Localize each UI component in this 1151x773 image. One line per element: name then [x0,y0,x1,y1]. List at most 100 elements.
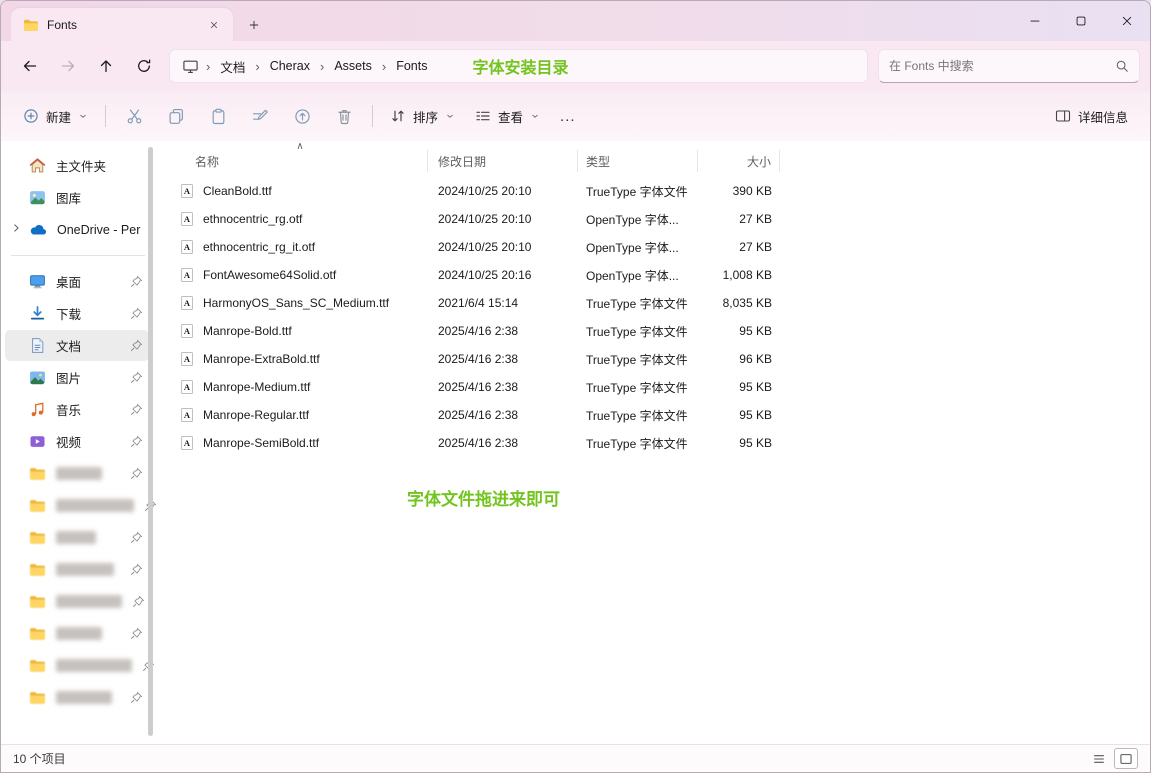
sidebar-item-redacted[interactable] [5,650,149,681]
navigation-bar: ›文档›Cherax›Assets›Fonts 字体安装目录 [1,41,1150,91]
sidebar-item-onedrive[interactable]: OneDrive - Per [5,214,149,245]
column-header-label: 名称 [195,153,219,170]
sidebar-item-gallery[interactable]: 图库 [5,182,149,213]
search-input[interactable] [889,59,1115,73]
pin-icon [130,275,143,288]
breadcrumb-separator-icon: › [379,59,389,74]
file-name-cell: AManrope-Bold.ttf [173,323,428,339]
search-box [878,49,1140,83]
font-file-icon: A [179,379,195,395]
maximize-button[interactable] [1058,1,1104,41]
sidebar-scrollbar[interactable] [148,147,153,736]
sidebar-item-desktop[interactable]: 桌面 [5,266,149,297]
pin-icon [130,467,143,480]
title-bar: Fonts [1,1,1150,41]
view-toggle-details[interactable] [1087,748,1111,769]
music-icon [29,401,46,418]
close-button[interactable] [1104,1,1150,41]
tab-close-button[interactable] [203,14,225,36]
sidebar-item-redacted[interactable] [5,522,149,553]
chevron-right-icon [10,222,22,234]
back-button[interactable] [11,48,49,84]
view-button[interactable]: 查看 [465,98,550,134]
refresh-button[interactable] [125,48,163,84]
file-row[interactable]: AManrope-ExtraBold.ttf2025/4/16 2:38True… [173,345,1150,373]
file-row[interactable]: AHarmonyOS_Sans_SC_Medium.ttf2021/6/4 15… [173,289,1150,317]
more-button[interactable]: ... [550,98,586,134]
file-name-cell: AManrope-SemiBold.ttf [173,435,428,451]
file-name-cell: AManrope-ExtraBold.ttf [173,351,428,367]
file-row[interactable]: AManrope-Regular.ttf2025/4/16 2:38TrueTy… [173,401,1150,429]
file-row[interactable]: AManrope-Medium.ttf2025/4/16 2:38TrueTyp… [173,373,1150,401]
svg-text:A: A [184,354,191,364]
forward-button[interactable] [49,48,87,84]
details-pane-button[interactable]: 详细信息 [1045,98,1138,134]
pin-icon [130,339,143,352]
svg-text:A: A [184,382,191,392]
up-button[interactable] [87,48,125,84]
new-button[interactable]: 新建 [13,98,98,134]
view-toggle-large-icons[interactable] [1114,748,1138,769]
redacted-content [29,689,120,706]
breadcrumb-item[interactable]: 文档 [213,53,252,80]
tab-fonts[interactable]: Fonts [11,8,233,41]
breadcrumb-item[interactable]: Fonts [389,55,434,77]
download-icon [29,305,46,322]
file-row[interactable]: AManrope-Bold.ttf2025/4/16 2:38TrueType … [173,317,1150,345]
sidebar-item-music[interactable]: 音乐 [5,394,149,425]
file-type: OpenType 字体... [578,239,698,256]
copy-button[interactable] [155,98,197,134]
column-header-type[interactable]: 类型 [578,150,698,172]
sidebar-item-videos[interactable]: 视频 [5,426,149,457]
file-modified: 2025/4/16 2:38 [428,380,578,394]
file-size: 1,008 KB [698,268,780,282]
file-modified: 2024/10/25 20:16 [428,268,578,282]
minimize-button[interactable] [1012,1,1058,41]
sidebar-item-home[interactable]: 主文件夹 [5,150,149,181]
font-file-icon: A [179,183,195,199]
sidebar-item-documents[interactable]: 文档 [5,330,149,361]
file-row[interactable]: AFontAwesome64Solid.otf2024/10/25 20:16O… [173,261,1150,289]
file-row[interactable]: ACleanBold.ttf2024/10/25 20:10TrueType 字… [173,177,1150,205]
view-toggles [1087,748,1138,769]
font-file-icon: A [179,407,195,423]
paste-button[interactable] [197,98,239,134]
pin-icon [130,691,143,704]
sidebar-item-redacted[interactable] [5,682,149,713]
svg-text:A: A [184,186,191,196]
sidebar-item-redacted[interactable] [5,554,149,585]
sidebar-item-redacted[interactable] [5,586,149,617]
sidebar-item-redacted[interactable] [5,490,149,521]
delete-button[interactable] [323,98,365,134]
column-header-date[interactable]: 修改日期 [428,150,578,172]
sidebar-item-redacted[interactable] [5,458,149,489]
sidebar-item-redacted[interactable] [5,618,149,649]
column-header-name[interactable]: 名称∧ [173,150,428,172]
file-modified: 2024/10/25 20:10 [428,184,578,198]
redacted-label [56,627,102,640]
rename-button[interactable] [239,98,281,134]
breadcrumb-item[interactable]: Assets [327,55,379,77]
sidebar-item-pictures[interactable]: 图片 [5,362,149,393]
folder-icon [23,17,39,33]
toolbar-divider [105,105,106,127]
sort-button[interactable]: 排序 [380,98,465,134]
breadcrumb-item[interactable]: Cherax [263,55,317,77]
file-name: HarmonyOS_Sans_SC_Medium.ttf [203,296,389,310]
sidebar-item-download[interactable]: 下载 [5,298,149,329]
column-header-label: 大小 [747,153,771,170]
file-row[interactable]: AManrope-SemiBold.ttf2025/4/16 2:38TrueT… [173,429,1150,457]
column-header-size[interactable]: 大小 [698,150,780,172]
cut-button[interactable] [113,98,155,134]
file-row[interactable]: Aethnocentric_rg.otf2024/10/25 20:10Open… [173,205,1150,233]
file-name: Manrope-Medium.ttf [203,380,310,394]
sort-ascending-indicator: ∧ [296,141,303,152]
share-button[interactable] [281,98,323,134]
file-row[interactable]: Aethnocentric_rg_it.otf2024/10/25 20:10O… [173,233,1150,261]
svg-text:A: A [184,438,191,448]
pin-icon [132,595,145,608]
new-tab-button[interactable] [243,14,265,36]
videos-icon [29,433,46,450]
command-bar: 新建 排序 [1,91,1150,141]
breadcrumb-root[interactable] [178,56,203,77]
